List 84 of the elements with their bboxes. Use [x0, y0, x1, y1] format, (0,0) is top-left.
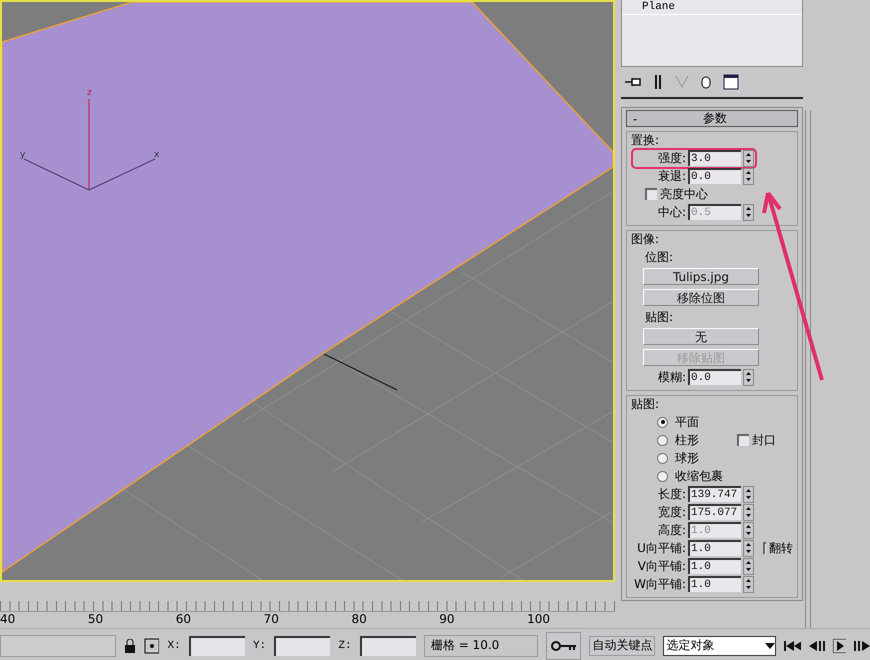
group-title: 贴图: [631, 396, 660, 413]
radio-label: 平面 [675, 414, 700, 430]
rollout-header[interactable]: - 参数 [626, 110, 798, 127]
radio-button[interactable] [657, 416, 668, 428]
button[interactable]: Tulips.jpg [643, 268, 759, 285]
mouse-icon[interactable] [701, 75, 711, 89]
number-field[interactable]: 0.0 [688, 369, 741, 385]
checkbox-label: 封口 [752, 432, 776, 448]
radio-label: 收缩包裹 [675, 468, 724, 484]
field-label: W向平铺: [634, 576, 686, 592]
window-icon[interactable] [723, 74, 739, 90]
number-field[interactable]: 139.747 [688, 486, 741, 502]
spinner-arrows-icon[interactable] [743, 368, 754, 386]
coordinate-label: Y: [252, 640, 266, 652]
checkbox[interactable] [763, 542, 766, 554]
number-field[interactable]: 175.077 [688, 504, 741, 520]
group-title: 图像: [631, 231, 660, 248]
checkbox-label: 亮度中心 [660, 186, 708, 202]
button[interactable]: 无 [643, 328, 759, 345]
coordinate-field[interactable] [360, 636, 416, 656]
ruler-label: 40 [0, 612, 16, 628]
spinner-arrows-icon[interactable] [743, 168, 754, 184]
spinner-arrows-icon[interactable] [743, 486, 754, 502]
pin-icon[interactable] [625, 76, 641, 88]
radio-label: 柱形 [675, 432, 700, 448]
section-label: 位图: [645, 248, 674, 266]
selection-mode-icon[interactable] [144, 638, 160, 654]
number-field[interactable]: 1.0 [688, 576, 741, 592]
number-field[interactable]: 0.0 [688, 168, 741, 184]
field-label: 衰退: [656, 168, 686, 184]
dropdown-value: 选定对象 [666, 637, 714, 654]
ruler-label: 50 [88, 612, 104, 628]
auto-key-button[interactable]: 自动关键点 [589, 636, 656, 656]
next-frame-icon[interactable] [854, 640, 870, 650]
section-label: 贴图: [645, 308, 674, 326]
ruler-label: 60 [176, 612, 192, 628]
collapse-toggle: - [627, 112, 653, 126]
coordinate-label: Z: [338, 640, 352, 652]
checkbox[interactable] [737, 434, 749, 446]
spinner-arrows-icon[interactable] [743, 558, 754, 574]
rollout-title: 参数 [702, 110, 728, 127]
radio-button[interactable] [657, 434, 668, 446]
coordinate-label: X: [167, 640, 181, 652]
spinner-arrows-icon[interactable] [743, 150, 754, 166]
group-title: 置换: [631, 132, 660, 149]
grid-size-readout: 栅格 = 10.0 [424, 634, 538, 656]
set-key-button[interactable] [546, 632, 582, 660]
field-label: 高度: [656, 522, 686, 538]
spinner-arrows-icon[interactable] [743, 504, 754, 520]
previous-frame-icon[interactable] [809, 640, 825, 650]
ruler-label: 90 [439, 612, 456, 628]
field-label: 宽度: [656, 504, 686, 520]
play-icon[interactable] [832, 638, 846, 652]
caret-icon [764, 642, 775, 648]
coordinate-field[interactable] [188, 636, 245, 656]
spinner-arrows-icon[interactable] [743, 576, 754, 592]
button[interactable]: 移除位图 [643, 289, 759, 306]
go-to-start-icon[interactable] [784, 640, 802, 650]
field-label: V向平铺: [636, 558, 686, 574]
checkbox-label: 翻转 [769, 540, 793, 556]
key-filter-dropdown[interactable]: 选定对象 [663, 636, 776, 656]
radio-button[interactable] [657, 452, 668, 464]
field-label: 模糊: [656, 368, 686, 386]
field-label: U向平铺: [636, 540, 686, 556]
spinner-arrows-icon[interactable] [743, 522, 754, 538]
field-label: 强度: [656, 150, 686, 166]
field-label: 长度: [656, 486, 686, 502]
bar-icon[interactable] [653, 74, 663, 90]
spinner-arrows-icon[interactable] [743, 204, 754, 220]
field-label: 中心: [656, 204, 686, 220]
number-field[interactable]: 1.0 [688, 558, 741, 574]
number-field[interactable]: 1.0 [688, 540, 741, 556]
ruler-label: 70 [264, 612, 280, 628]
radio-label: 球形 [675, 450, 700, 466]
radio-button[interactable] [657, 470, 668, 482]
ruler-label: 100 [527, 612, 552, 628]
lock-icon[interactable] [124, 638, 136, 652]
stack-item[interactable]: Plane [622, 0, 802, 15]
checkbox[interactable] [645, 188, 657, 200]
ruler-label: 80 [351, 612, 368, 628]
coordinate-field[interactable] [274, 636, 330, 656]
key-icon [550, 640, 577, 652]
spinner-arrows-icon[interactable] [743, 540, 754, 556]
number-field[interactable]: 3.0 [688, 150, 741, 166]
